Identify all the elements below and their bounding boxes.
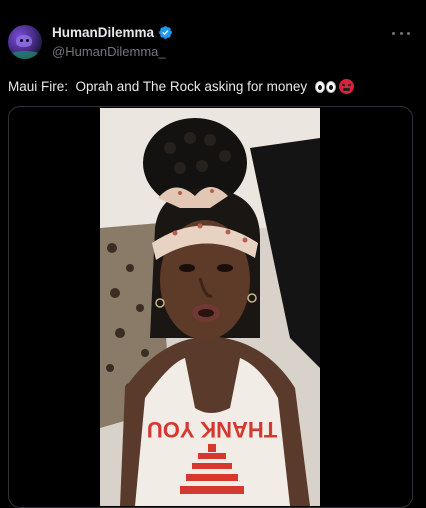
tweet: HumanDilemma @HumanDilemma_ Maui Fire: O… — [0, 0, 426, 508]
eyes-emoji-icon — [315, 80, 337, 93]
more-options-icon[interactable] — [392, 26, 410, 40]
display-name[interactable]: HumanDilemma — [52, 25, 154, 40]
tweet-text-row: Maui Fire: Oprah and The Rock asking for… — [8, 79, 355, 94]
video-player[interactable]: THANK YOU — [100, 108, 320, 506]
media-container: THANK YOU — [8, 106, 413, 508]
video-frame: THANK YOU — [100, 108, 320, 506]
angry-face-emoji-icon — [339, 79, 355, 94]
avatar[interactable] — [8, 25, 42, 59]
tweet-text: Maui Fire: Oprah and The Rock asking for… — [8, 79, 308, 94]
verified-badge-icon — [159, 26, 172, 39]
author-name-row: HumanDilemma — [52, 25, 173, 40]
shirt-text: THANK YOU — [147, 417, 277, 442]
handle[interactable]: @HumanDilemma_ — [52, 44, 166, 59]
